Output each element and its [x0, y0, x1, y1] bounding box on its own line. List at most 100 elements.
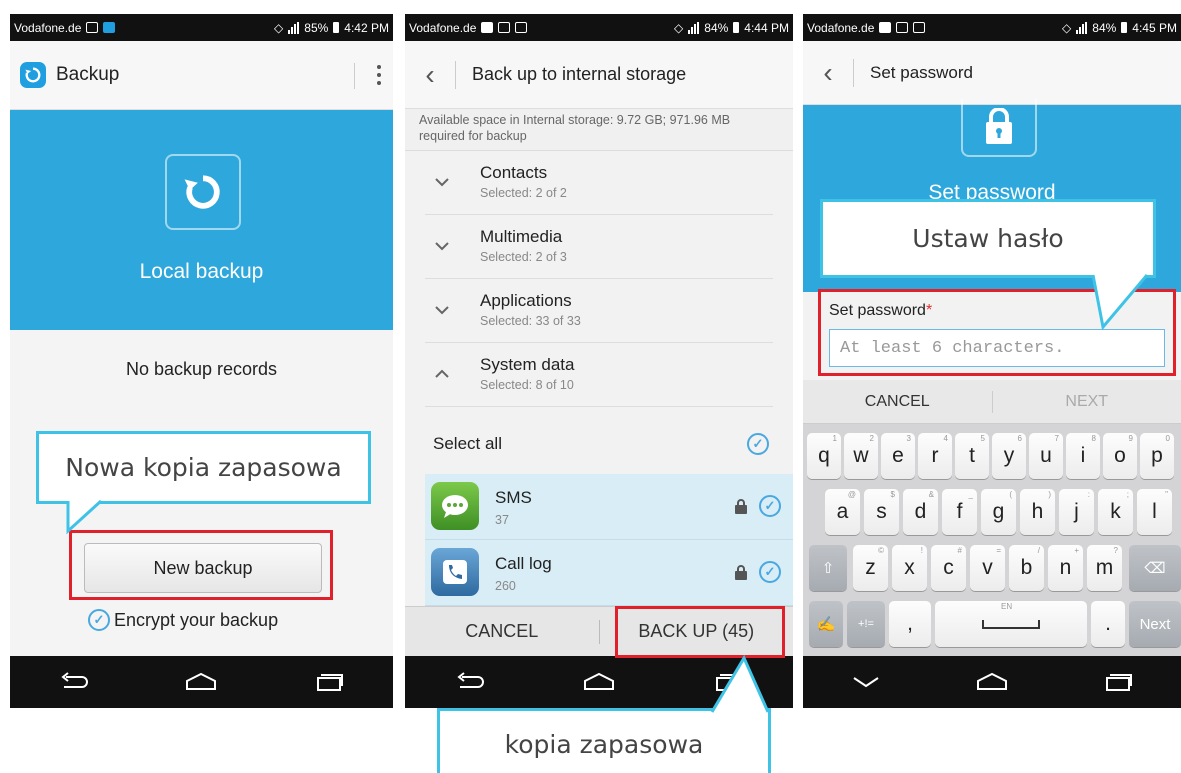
list-item[interactable]: SMS 37 ✓ — [425, 474, 793, 540]
key-x[interactable]: x! — [892, 545, 927, 591]
key-a[interactable]: a @ — [825, 489, 860, 535]
key-k[interactable]: k; — [1098, 489, 1133, 535]
home-icon[interactable] — [181, 669, 221, 695]
no-backup-records-text: No backup records — [125, 359, 278, 379]
recent-apps-icon[interactable] — [1098, 669, 1138, 695]
key-c[interactable]: c # — [931, 545, 966, 591]
key-p[interactable]: p0 — [1140, 433, 1174, 479]
back-arrow-icon[interactable]: ‹ — [405, 59, 455, 91]
app-title: Backup — [56, 64, 120, 85]
category-selected-count: Selected: 8 of 10 — [480, 378, 574, 392]
key-f[interactable]: f _ — [942, 489, 977, 535]
battery-percent: 84% — [1092, 20, 1117, 35]
notification-icon — [103, 22, 116, 33]
back-icon[interactable] — [450, 669, 490, 695]
key-h[interactable]: h) — [1020, 489, 1055, 535]
item-name: Call log — [495, 554, 552, 573]
key-hint: @ — [847, 490, 856, 499]
checkmark-icon[interactable]: ✓ — [88, 609, 110, 631]
key-t[interactable]: t5 — [955, 433, 989, 479]
key-y[interactable]: y6 — [992, 433, 1026, 479]
home-icon[interactable] — [579, 669, 619, 695]
key-l[interactable]: l " — [1137, 489, 1172, 535]
image-icon — [913, 22, 926, 33]
hide-keyboard-icon[interactable] — [846, 669, 886, 695]
checkmark-icon[interactable]: ✓ — [759, 561, 781, 583]
key-i[interactable]: i8 — [1066, 433, 1100, 479]
select-all-row[interactable]: Select all ✓ — [405, 414, 793, 474]
category-selected-count: Selected: 2 of 3 — [480, 250, 567, 264]
system-nav-bar — [803, 656, 1181, 708]
key-g[interactable]: g( — [981, 489, 1016, 535]
key-w[interactable]: w2 — [844, 433, 878, 479]
key-s[interactable]: s $ — [864, 489, 899, 535]
comma-key[interactable]: , — [889, 601, 931, 647]
checkmark-icon[interactable]: ✓ — [759, 495, 781, 517]
battery-percent: 84% — [704, 20, 729, 35]
key-j[interactable]: j: — [1059, 489, 1094, 535]
app-bar: ‹ Back up to internal storage — [405, 41, 793, 109]
notification-icon — [481, 22, 494, 33]
symbols-key[interactable]: +!= — [847, 601, 885, 647]
page-title: Set password — [870, 62, 973, 82]
key-n[interactable]: n + — [1048, 545, 1083, 591]
category-multimedia[interactable]: Multimedia Selected: 2 of 3 — [425, 215, 773, 279]
restore-icon[interactable] — [165, 154, 241, 230]
home-icon[interactable] — [972, 669, 1012, 695]
key-hint: : — [1087, 490, 1090, 499]
overflow-menu-icon[interactable] — [377, 65, 381, 85]
back-icon[interactable] — [54, 669, 94, 695]
cancel-button[interactable]: CANCEL — [405, 607, 599, 656]
callout-set-password: Ustaw hasło — [820, 199, 1156, 331]
key-hint: 1 — [832, 434, 837, 443]
cancel-button[interactable]: CANCEL — [803, 393, 992, 411]
category-system-data[interactable]: System data Selected: 8 of 10 — [425, 343, 773, 407]
keyboard-row: ⇧ ⌫ z © x! c # v = b / n + m? — [803, 541, 1181, 597]
period-key[interactable]: . — [1091, 601, 1125, 647]
checkmark-icon[interactable]: ✓ — [747, 433, 769, 455]
system-nav-bar — [10, 656, 393, 708]
key-q[interactable]: q1 — [807, 433, 841, 479]
category-list: Contacts Selected: 2 of 2 Multimedia Sel… — [405, 151, 793, 407]
key-d[interactable]: d & — [903, 489, 938, 535]
key-z[interactable]: z © — [853, 545, 888, 591]
key-v[interactable]: v = — [970, 545, 1005, 591]
encrypt-backup-option[interactable]: ✓ Encrypt your backup — [88, 609, 278, 631]
signal-icon — [288, 21, 300, 34]
key-b[interactable]: b / — [1009, 545, 1044, 591]
app-bar: Backup — [10, 41, 393, 110]
recent-apps-icon[interactable] — [309, 669, 349, 695]
back-arrow-icon[interactable]: ‹ — [803, 57, 853, 89]
category-name: Multimedia — [480, 227, 563, 246]
category-name: Contacts — [480, 163, 548, 182]
status-bar: Vodafone.de ◇ 84% 4:44 PM — [405, 14, 793, 41]
lock-icon — [735, 499, 747, 514]
key-e[interactable]: e3 — [881, 433, 915, 479]
next-key[interactable]: Next — [1129, 601, 1181, 647]
wifi-icon: ◇ — [674, 20, 684, 35]
category-contacts[interactable]: Contacts Selected: 2 of 2 — [425, 151, 773, 215]
space-key[interactable]: EN — [935, 601, 1087, 647]
backspace-key[interactable]: ⌫ — [1129, 545, 1181, 591]
signal-icon — [1076, 21, 1088, 34]
key-hint: 4 — [943, 434, 948, 443]
list-item[interactable]: Call log 260 ✓ — [425, 540, 793, 606]
category-applications[interactable]: Applications Selected: 33 of 33 — [425, 279, 773, 343]
key-u[interactable]: u7 — [1029, 433, 1063, 479]
handwriting-key[interactable]: ✍ — [809, 601, 843, 647]
shift-key[interactable]: ⇧ — [809, 545, 847, 591]
category-selected-count: Selected: 33 of 33 — [480, 314, 581, 328]
key-o[interactable]: o9 — [1103, 433, 1137, 479]
notification-icon — [86, 22, 99, 33]
notification-icon — [896, 22, 909, 33]
key-hint: © — [878, 546, 884, 555]
key-hint: = — [996, 546, 1001, 555]
key-hint: 8 — [1091, 434, 1096, 443]
key-r[interactable]: r4 — [918, 433, 952, 479]
chevron-down-icon — [435, 242, 449, 251]
highlight-new-backup — [69, 530, 333, 600]
next-button[interactable]: NEXT — [993, 393, 1181, 411]
key-m[interactable]: m? — [1087, 545, 1122, 591]
callout-text: Ustaw hasło — [912, 224, 1064, 253]
key-hint: ? — [1113, 546, 1118, 555]
